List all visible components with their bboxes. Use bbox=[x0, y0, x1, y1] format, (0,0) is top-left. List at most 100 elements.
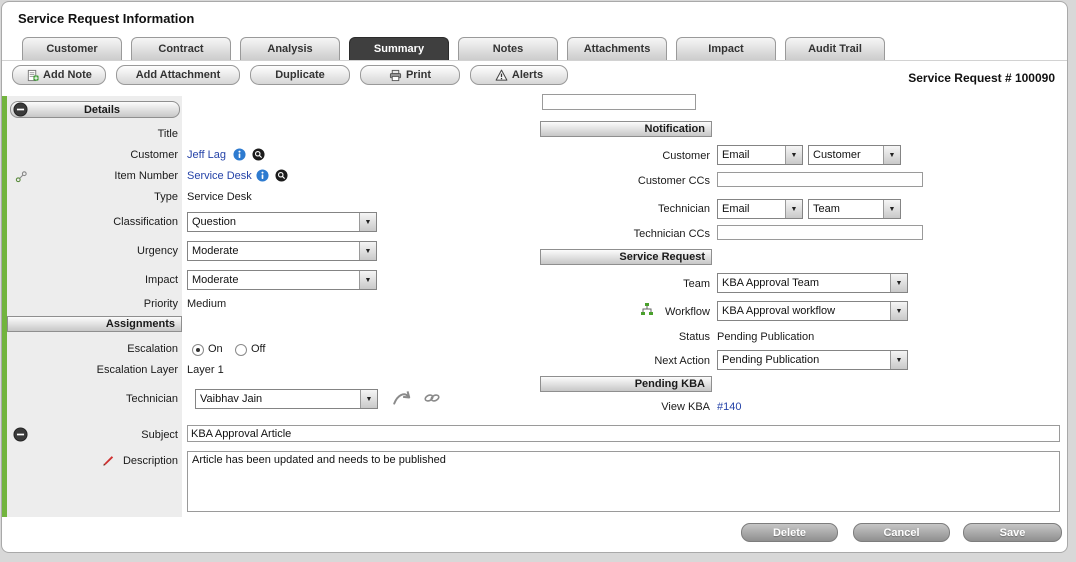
impact-value: Moderate bbox=[188, 274, 359, 286]
next-action-label: Next Action bbox=[550, 355, 710, 367]
priority-value: Medium bbox=[187, 298, 226, 310]
tab-customer[interactable]: Customer bbox=[22, 37, 122, 60]
technician-select[interactable]: Vaibhav Jain bbox=[195, 389, 378, 409]
tab-impact[interactable]: Impact bbox=[676, 37, 776, 60]
chevron-down-icon[interactable] bbox=[359, 213, 376, 231]
add-attachment-button[interactable]: Add Attachment bbox=[116, 65, 240, 85]
assignments-header-label: Assignments bbox=[106, 318, 175, 330]
notification-header-label: Notification bbox=[645, 123, 706, 135]
tab-attachments[interactable]: Attachments bbox=[567, 37, 667, 60]
escalation-layer-value: Layer 1 bbox=[187, 364, 224, 376]
pending-kba-section-header: Pending KBA bbox=[540, 376, 712, 392]
technician-ccs-input[interactable] bbox=[717, 225, 923, 240]
toolbar: Add Note Add Attachment Duplicate Print … bbox=[12, 65, 568, 85]
tab-contract[interactable]: Contract bbox=[131, 37, 231, 60]
escalation-label: Escalation bbox=[22, 343, 178, 355]
item-search-icon[interactable] bbox=[275, 169, 288, 182]
tab-summary[interactable]: Summary bbox=[349, 37, 449, 60]
application-window: Service Request Information Customer Con… bbox=[0, 0, 1076, 562]
chevron-down-icon[interactable] bbox=[360, 390, 377, 408]
quick-entry-input[interactable] bbox=[542, 94, 696, 110]
tab-audit-trail[interactable]: Audit Trail bbox=[785, 37, 885, 60]
notification-technician-method-select[interactable]: Email bbox=[717, 199, 803, 219]
view-kba-link[interactable]: #140 bbox=[717, 401, 741, 413]
add-note-button[interactable]: Add Note bbox=[12, 65, 106, 85]
details-header-label: Details bbox=[84, 104, 120, 116]
chevron-down-icon[interactable] bbox=[359, 242, 376, 260]
team-select[interactable]: KBA Approval Team bbox=[717, 273, 908, 293]
alerts-button[interactable]: Alerts bbox=[470, 65, 568, 85]
duplicate-label: Duplicate bbox=[275, 69, 325, 81]
pending-kba-header-label: Pending KBA bbox=[635, 378, 705, 390]
customer-label: Customer bbox=[22, 149, 178, 161]
workflow-label: Workflow bbox=[550, 306, 710, 318]
note-add-icon bbox=[26, 69, 39, 82]
impact-select[interactable]: Moderate bbox=[187, 270, 377, 290]
urgency-select[interactable]: Moderate bbox=[187, 241, 377, 261]
technician-value: Vaibhav Jain bbox=[196, 393, 360, 405]
chevron-down-icon[interactable] bbox=[883, 200, 900, 218]
alerts-label: Alerts bbox=[512, 69, 543, 81]
tab-analysis[interactable]: Analysis bbox=[240, 37, 340, 60]
status-label: Status bbox=[550, 331, 710, 343]
chevron-down-icon[interactable] bbox=[883, 146, 900, 164]
customer-search-icon[interactable] bbox=[252, 148, 265, 161]
customer-ccs-input[interactable] bbox=[717, 172, 923, 187]
priority-label: Priority bbox=[22, 298, 178, 310]
urgency-value: Moderate bbox=[188, 245, 359, 257]
classification-value: Question bbox=[188, 216, 359, 228]
notification-customer-target-select[interactable]: Customer bbox=[808, 145, 901, 165]
classification-select[interactable]: Question bbox=[187, 212, 377, 232]
notification-customer-method-value: Email bbox=[718, 149, 785, 161]
item-info-icon[interactable] bbox=[256, 169, 269, 182]
escalation-off-radio[interactable] bbox=[235, 344, 247, 356]
next-action-select[interactable]: Pending Publication bbox=[717, 350, 908, 370]
escalate-arrow-icon[interactable] bbox=[392, 389, 412, 407]
page-title: Service Request Information bbox=[18, 11, 194, 26]
chevron-down-icon[interactable] bbox=[785, 200, 802, 218]
add-attachment-label: Add Attachment bbox=[136, 69, 221, 81]
notification-technician-target-value: Team bbox=[809, 203, 883, 215]
item-number-link[interactable]: Service Desk bbox=[187, 170, 252, 182]
tab-notes[interactable]: Notes bbox=[458, 37, 558, 60]
save-button[interactable]: Save bbox=[963, 523, 1062, 542]
workflow-select[interactable]: KBA Approval workflow bbox=[717, 301, 908, 321]
request-number: Service Request # 100090 bbox=[908, 71, 1055, 85]
duplicate-button[interactable]: Duplicate bbox=[250, 65, 350, 85]
notification-section-header: Notification bbox=[540, 121, 712, 137]
collapse-details-icon[interactable] bbox=[13, 102, 28, 117]
customer-link[interactable]: Jeff Lag bbox=[187, 149, 226, 161]
customer-ccs-label: Customer CCs bbox=[550, 175, 710, 187]
chevron-down-icon[interactable] bbox=[785, 146, 802, 164]
description-textarea[interactable]: Article has been updated and needs to be… bbox=[187, 451, 1060, 512]
customer-info-icon[interactable] bbox=[233, 148, 246, 161]
next-action-value: Pending Publication bbox=[718, 354, 890, 366]
view-kba-label: View KBA bbox=[550, 401, 710, 413]
impact-label: Impact bbox=[22, 274, 178, 286]
urgency-label: Urgency bbox=[22, 245, 178, 257]
add-note-label: Add Note bbox=[43, 69, 92, 81]
print-button[interactable]: Print bbox=[360, 65, 460, 85]
tab-bar: Customer Contract Analysis Summary Notes… bbox=[22, 37, 885, 60]
notification-technician-label: Technician bbox=[550, 203, 710, 215]
chevron-down-icon[interactable] bbox=[890, 302, 907, 320]
team-value: KBA Approval Team bbox=[718, 277, 890, 289]
subject-input[interactable] bbox=[187, 425, 1060, 442]
delete-button[interactable]: Delete bbox=[741, 523, 838, 542]
escalation-on-label: On bbox=[208, 343, 223, 355]
chain-link-icon[interactable] bbox=[422, 391, 442, 405]
assignments-section-header: Assignments bbox=[7, 316, 182, 332]
chevron-down-icon[interactable] bbox=[890, 274, 907, 292]
warning-triangle-icon bbox=[495, 69, 508, 82]
cancel-button[interactable]: Cancel bbox=[853, 523, 950, 542]
notification-customer-method-select[interactable]: Email bbox=[717, 145, 803, 165]
chevron-down-icon[interactable] bbox=[890, 351, 907, 369]
notification-technician-method-value: Email bbox=[718, 203, 785, 215]
type-label: Type bbox=[22, 191, 178, 203]
print-label: Print bbox=[406, 69, 431, 81]
escalation-on-radio[interactable] bbox=[192, 344, 204, 356]
technician-ccs-label: Technician CCs bbox=[550, 228, 710, 240]
status-value: Pending Publication bbox=[717, 331, 814, 343]
notification-technician-target-select[interactable]: Team bbox=[808, 199, 901, 219]
chevron-down-icon[interactable] bbox=[359, 271, 376, 289]
